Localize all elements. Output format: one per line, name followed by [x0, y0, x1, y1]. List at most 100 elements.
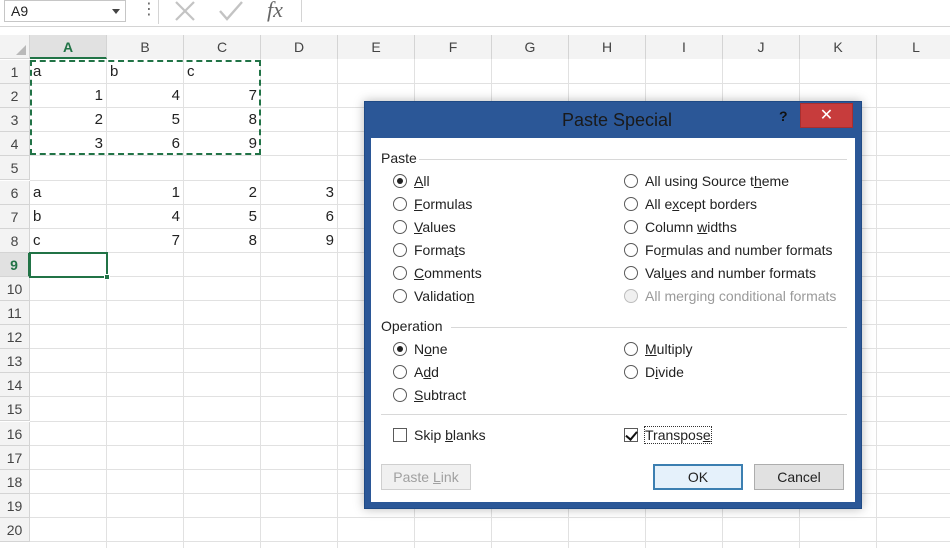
radio-button[interactable]: [393, 197, 407, 211]
operation-group-label: Operation: [381, 318, 443, 334]
more-options-icon[interactable]: ⋮: [141, 1, 157, 21]
enter-entry-icon[interactable]: [217, 0, 243, 22]
skip-blanks-label: Skip blanks: [414, 427, 486, 443]
formats-label: Formats: [414, 242, 466, 258]
column-header-e[interactable]: E: [338, 35, 415, 59]
radio-button[interactable]: [393, 388, 407, 402]
radio-button[interactable]: [393, 365, 407, 379]
row-header-7[interactable]: 7: [0, 204, 30, 229]
radio-button[interactable]: [393, 266, 407, 280]
cell-d6[interactable]: 3: [264, 184, 334, 201]
select-all-icon: [16, 45, 26, 55]
column-header-a[interactable]: A: [30, 35, 107, 59]
row-header-3[interactable]: 3: [0, 108, 30, 133]
cell-b8[interactable]: 7: [110, 232, 180, 249]
row-header-9[interactable]: 9: [0, 252, 30, 277]
radio-button[interactable]: [393, 289, 407, 303]
fill-handle[interactable]: [104, 274, 110, 280]
chevron-down-icon[interactable]: [112, 9, 120, 14]
select-all-corner[interactable]: [0, 35, 30, 59]
formulas-label: Formulas: [414, 196, 473, 212]
paste-special-dialog: Paste Special ? ✕ Paste All Formulas Value…: [364, 101, 862, 509]
close-button[interactable]: ✕: [800, 103, 853, 128]
radio-button[interactable]: [624, 220, 638, 234]
formulas-and-number-formats-label: Formulas and number formats: [645, 242, 833, 258]
row-header-18[interactable]: 18: [0, 469, 30, 494]
cancel-button[interactable]: Cancel: [754, 464, 844, 490]
column-header-b[interactable]: B: [107, 35, 184, 59]
help-icon[interactable]: ?: [779, 108, 788, 124]
radio-button[interactable]: [624, 197, 638, 211]
column-header-f[interactable]: F: [415, 35, 492, 59]
row-header-1[interactable]: 1: [0, 60, 30, 85]
cell-b6[interactable]: 1: [110, 184, 180, 201]
checkbox-box[interactable]: [393, 428, 407, 442]
column-header-j[interactable]: J: [723, 35, 800, 59]
radio-button[interactable]: [624, 266, 638, 280]
gridline: [876, 59, 877, 548]
cell-a7[interactable]: b: [33, 208, 103, 225]
radio-button[interactable]: [624, 174, 638, 188]
paste-group-label: Paste: [381, 150, 417, 166]
column-header-h[interactable]: H: [569, 35, 646, 59]
radio-button: [624, 289, 638, 303]
column-header-g[interactable]: G: [492, 35, 569, 59]
formula-input[interactable]: [301, 0, 950, 22]
radio-button[interactable]: [624, 342, 638, 356]
radio-button[interactable]: [393, 243, 407, 257]
column-header-c[interactable]: C: [184, 35, 261, 59]
row-header-14[interactable]: 14: [0, 373, 30, 398]
radio-button[interactable]: [393, 174, 407, 188]
row-header-2[interactable]: 2: [0, 84, 30, 109]
radio-button[interactable]: [393, 220, 407, 234]
row-header-17[interactable]: 17: [0, 445, 30, 470]
row-header-19[interactable]: 19: [0, 493, 30, 518]
radio-button[interactable]: [624, 365, 638, 379]
values-label: Values: [414, 219, 456, 235]
cell-a8[interactable]: c: [33, 232, 103, 249]
all-label: All: [414, 173, 430, 189]
column-header-d[interactable]: D: [261, 35, 338, 59]
transpose-label: Transpose: [644, 426, 712, 444]
dialog-body: Paste All Formulas Values Formats Comments Va…: [371, 138, 855, 502]
cell-d7[interactable]: 6: [264, 208, 334, 225]
column-header-i[interactable]: I: [646, 35, 723, 59]
cell-c7[interactable]: 5: [187, 208, 257, 225]
row-header-12[interactable]: 12: [0, 325, 30, 350]
row-header-11[interactable]: 11: [0, 301, 30, 326]
row-header-20[interactable]: 20: [0, 517, 30, 542]
insert-function-icon[interactable]: fx: [261, 0, 289, 22]
paste-link-button[interactable]: Paste Link: [381, 464, 471, 490]
validation-label: Validation: [414, 288, 475, 304]
divider: [381, 414, 847, 415]
cell-a6[interactable]: a: [33, 184, 103, 201]
active-cell-a9[interactable]: [29, 252, 108, 278]
cell-c6[interactable]: 2: [187, 184, 257, 201]
checkbox-box[interactable]: [624, 428, 638, 442]
ok-button[interactable]: OK: [653, 464, 743, 490]
all-using-source-theme-label: All using Source theme: [645, 173, 789, 189]
cell-d8[interactable]: 9: [264, 232, 334, 249]
row-header-13[interactable]: 13: [0, 349, 30, 374]
row-header-16[interactable]: 16: [0, 421, 30, 446]
copy-marquee: [30, 60, 261, 155]
name-box[interactable]: A9: [4, 0, 126, 22]
column-header-l[interactable]: L: [877, 35, 950, 59]
row-header-4[interactable]: 4: [0, 132, 30, 157]
row-header-5[interactable]: 5: [0, 156, 30, 181]
values-and-number-formats-label: Values and number formats: [645, 265, 816, 281]
gridline: [30, 516, 950, 518]
column-header-k[interactable]: K: [800, 35, 877, 59]
row-header-8[interactable]: 8: [0, 228, 30, 253]
add-label: Add: [414, 364, 439, 380]
gridline: [337, 59, 338, 548]
multiply-label: Multiply: [645, 341, 693, 357]
cell-c8[interactable]: 8: [187, 232, 257, 249]
row-header-6[interactable]: 6: [0, 180, 30, 205]
radio-button[interactable]: [393, 342, 407, 356]
cell-b7[interactable]: 4: [110, 208, 180, 225]
row-header-10[interactable]: 10: [0, 276, 30, 301]
row-header-15[interactable]: 15: [0, 397, 30, 422]
cancel-entry-icon[interactable]: [172, 0, 198, 22]
radio-button[interactable]: [624, 243, 638, 257]
